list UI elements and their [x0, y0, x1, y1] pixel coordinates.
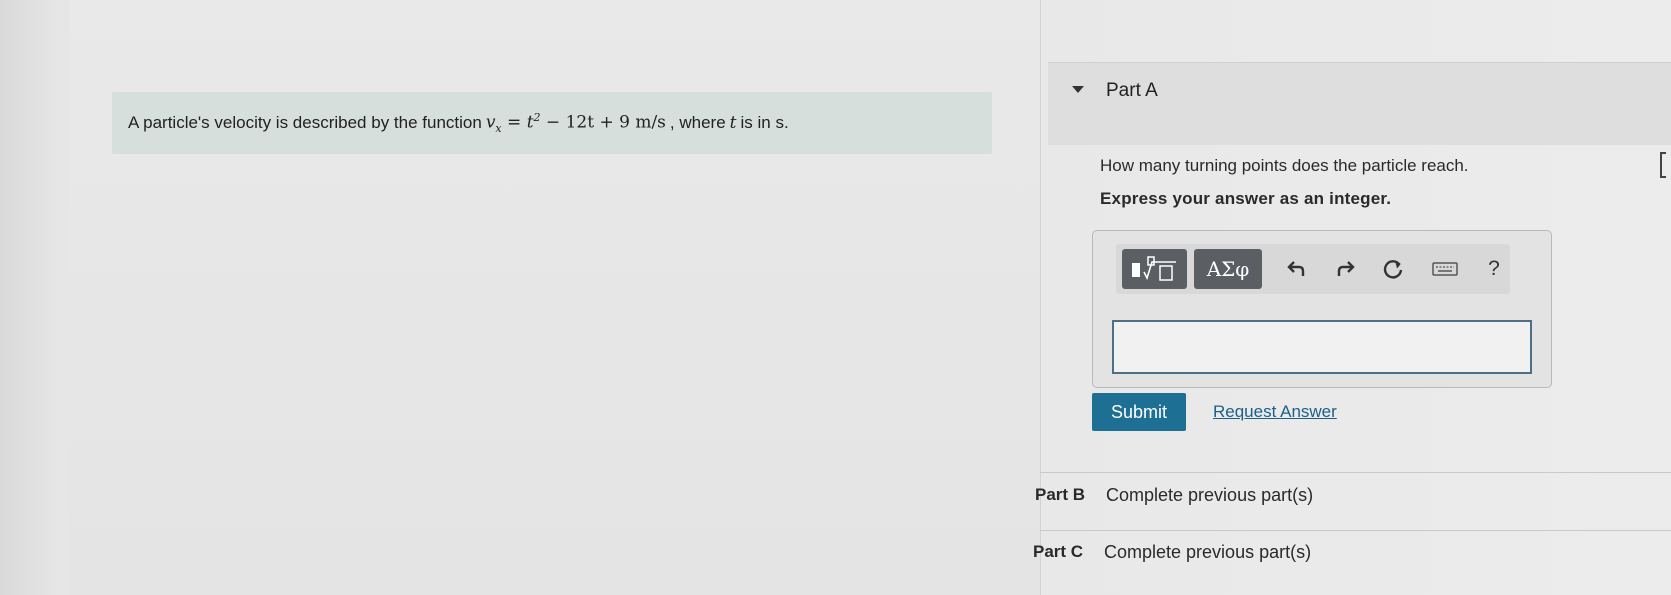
math-rest: − 12t + 9: [540, 112, 636, 133]
part-a-title[interactable]: Part A: [1106, 80, 1158, 102]
divider: [1040, 530, 1671, 531]
undo-icon[interactable]: [1282, 254, 1312, 284]
request-answer-link[interactable]: Request Answer: [1213, 402, 1337, 422]
problem-panel: [70, 0, 1040, 595]
undo-glyph: [1287, 261, 1305, 276]
reset-icon[interactable]: [1378, 254, 1408, 284]
column-divider: [1040, 0, 1041, 595]
part-b-status: Complete previous part(s): [1106, 485, 1314, 505]
templates-radical-glyph: [1131, 256, 1176, 281]
math-unit: m/s: [635, 112, 666, 133]
problem-suffix: , where: [669, 113, 726, 132]
reset-glyph: [1383, 260, 1403, 279]
part-c-status: Complete previous part(s): [1104, 542, 1312, 562]
part-a-header[interactable]: [1048, 62, 1671, 145]
answer-input[interactable]: [1112, 320, 1532, 374]
redo-icon[interactable]: [1330, 254, 1360, 284]
submit-button[interactable]: Submit: [1092, 393, 1186, 431]
math-sup: 2: [533, 110, 541, 124]
instruction-text: Express your answer as an integer.: [1100, 189, 1392, 208]
keyboard-icon[interactable]: [1430, 254, 1460, 284]
edge-bracket: [1660, 152, 1666, 178]
math-var-t: t: [729, 113, 737, 133]
problem-suffix2: is in s.: [740, 113, 789, 132]
problem-prefix: A particle's velocity is described by th…: [128, 113, 482, 132]
velocity-equation: vx = t2 − 12t + 9 m/s: [486, 111, 666, 135]
divider: [1040, 472, 1671, 473]
problem-statement: A particle's velocity is described by th…: [112, 92, 992, 154]
redo-glyph: [1337, 261, 1355, 276]
templates-radical-icon[interactable]: [1122, 249, 1187, 289]
question-text: How many turning points does the particl…: [1100, 156, 1469, 175]
part-c-label[interactable]: Part C: [1033, 542, 1083, 562]
help-button[interactable]: ?: [1479, 254, 1509, 284]
collapse-caret-icon[interactable]: [1072, 86, 1084, 93]
greek-symbols-button[interactable]: ΑΣφ: [1194, 249, 1262, 289]
math-lhs: v: [485, 112, 496, 133]
part-b-label[interactable]: Part B: [1035, 485, 1085, 505]
math-toolbar: ΑΣφ ?: [1116, 244, 1510, 294]
keyboard-glyph: [1432, 262, 1458, 276]
math-eq: = t: [501, 112, 534, 133]
